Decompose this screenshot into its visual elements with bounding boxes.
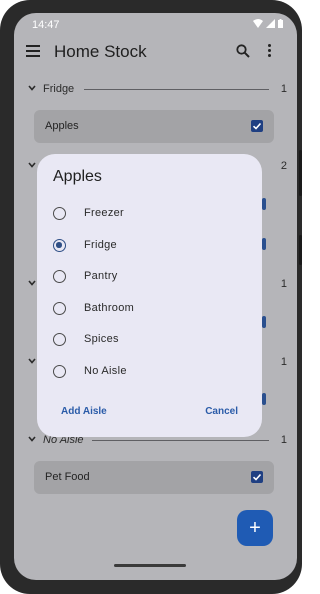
aisle-picker-dialog: Apples Freezer Fridge Pantry Bathroom Sp… — [37, 154, 262, 437]
aisle-name: Fridge — [43, 83, 75, 95]
dialog-title: Apples — [53, 168, 102, 185]
volume-button — [299, 150, 302, 196]
option-label: Freezer — [84, 207, 124, 219]
chevron-down-icon — [28, 358, 36, 364]
list-item[interactable]: Apples — [34, 110, 274, 143]
status-time: 14:47 — [32, 19, 60, 31]
aisle-divider — [92, 440, 269, 441]
option-fridge[interactable]: Fridge — [37, 234, 262, 258]
aisle-count: 1 — [280, 278, 287, 290]
search-icon[interactable] — [236, 44, 250, 58]
radio-button[interactable] — [53, 302, 66, 315]
option-spices[interactable]: Spices — [37, 328, 262, 352]
option-freezer[interactable]: Freezer — [37, 202, 262, 226]
signal-icon — [266, 19, 275, 28]
item-checkbox[interactable] — [251, 120, 263, 132]
chevron-down-icon — [28, 85, 36, 91]
aisle-divider — [84, 89, 269, 90]
list-item[interactable]: Pet Food — [34, 461, 274, 494]
check-icon — [252, 473, 262, 481]
item-checkbox-peek — [262, 393, 266, 405]
add-aisle-button[interactable]: Add Aisle — [61, 406, 107, 417]
aisle-count: 2 — [280, 160, 287, 172]
menu-icon[interactable] — [26, 45, 40, 57]
app-title: Home Stock — [54, 42, 147, 61]
option-no-aisle[interactable]: No Aisle — [37, 360, 262, 384]
more-vert-icon[interactable] — [266, 44, 272, 58]
option-label: Spices — [84, 333, 119, 345]
aisle-count: 1 — [280, 83, 287, 95]
power-button — [299, 235, 302, 265]
option-label: No Aisle — [84, 365, 127, 377]
chevron-down-icon — [28, 280, 36, 286]
option-label: Pantry — [84, 270, 118, 282]
item-checkbox-peek — [262, 198, 266, 210]
item-checkbox-peek — [262, 316, 266, 328]
aisle-header-fridge[interactable]: Fridge 1 — [14, 81, 297, 99]
item-checkbox[interactable] — [251, 471, 263, 483]
option-label: Fridge — [84, 239, 117, 251]
aisle-count: 1 — [280, 434, 287, 446]
option-pantry[interactable]: Pantry — [37, 265, 262, 289]
radio-button[interactable] — [53, 333, 66, 346]
cancel-button[interactable]: Cancel — [205, 406, 238, 417]
aisle-count: 1 — [280, 356, 287, 368]
radio-button[interactable] — [53, 270, 66, 283]
radio-button[interactable] — [53, 207, 66, 220]
check-icon — [252, 122, 262, 130]
radio-button[interactable] — [53, 365, 66, 378]
battery-icon — [278, 19, 283, 28]
option-bathroom[interactable]: Bathroom — [37, 297, 262, 321]
chevron-down-icon — [28, 162, 36, 168]
item-checkbox-peek — [262, 238, 266, 250]
chevron-down-icon — [28, 436, 36, 442]
status-icons — [253, 19, 283, 28]
item-name: Apples — [45, 120, 79, 132]
app-bar: Home Stock — [14, 35, 297, 69]
wifi-icon — [253, 19, 263, 28]
gesture-nav-bar[interactable] — [114, 564, 186, 567]
add-item-fab[interactable]: + — [237, 510, 273, 546]
radio-button-selected[interactable] — [53, 239, 66, 252]
option-label: Bathroom — [84, 302, 135, 314]
item-name: Pet Food — [45, 471, 90, 483]
status-bar: 14:47 — [14, 13, 297, 35]
screen: 14:47 Home Stock Fridge 1 Apples 2 1 1 N… — [14, 13, 297, 580]
